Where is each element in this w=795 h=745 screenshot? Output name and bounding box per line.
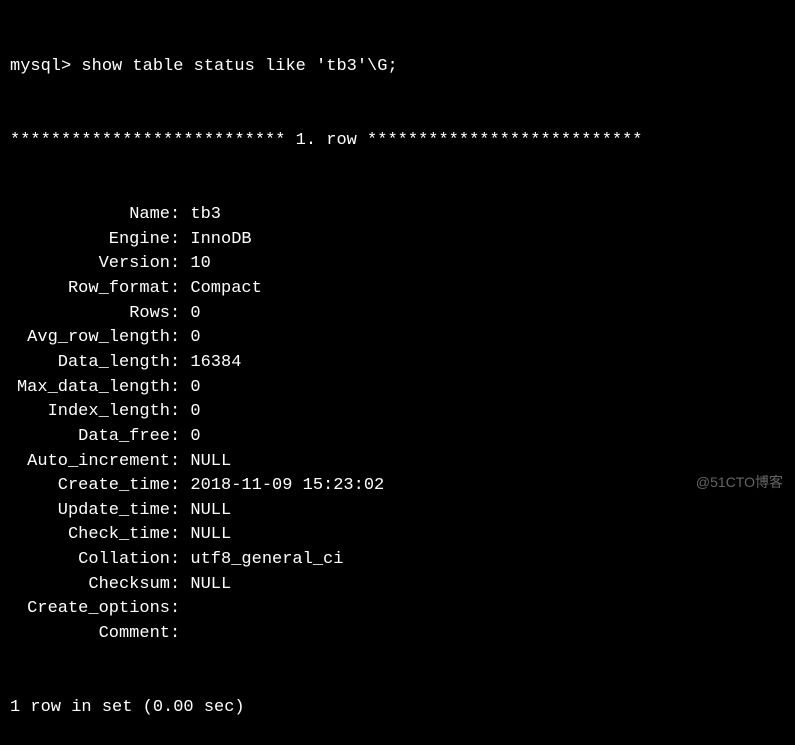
- field-row: Create_options:: [10, 597, 785, 622]
- field-row: Index_length: 0: [10, 400, 785, 425]
- field-value: 10: [190, 254, 210, 273]
- field-label: Create_time: [10, 474, 170, 499]
- field-value: NULL: [190, 575, 231, 594]
- table-status-fields: Name: tb3Engine: InnoDBVersion: 10Row_fo…: [10, 203, 785, 647]
- field-label: Index_length: [10, 400, 170, 425]
- field-label: Max_data_length: [10, 376, 170, 401]
- field-label: Data_length: [10, 351, 170, 376]
- field-value: 2018-11-09 15:23:02: [190, 476, 384, 495]
- field-row: Collation: utf8_general_ci: [10, 548, 785, 573]
- field-row: Max_data_length: 0: [10, 376, 785, 401]
- field-row: Avg_row_length: 0: [10, 326, 785, 351]
- field-row: Row_format: Compact: [10, 277, 785, 302]
- field-row: Engine: InnoDB: [10, 228, 785, 253]
- field-row: Auto_increment: NULL: [10, 450, 785, 475]
- field-value: 0: [190, 378, 200, 397]
- field-value: 0: [190, 427, 200, 446]
- field-label: Rows: [10, 302, 170, 327]
- field-row: Name: tb3: [10, 203, 785, 228]
- field-value: NULL: [190, 525, 231, 544]
- field-label: Version: [10, 252, 170, 277]
- field-label: Row_format: [10, 277, 170, 302]
- command-line[interactable]: mysql> show table status like 'tb3'\G;: [10, 55, 785, 80]
- field-label: Create_options: [10, 597, 170, 622]
- field-label: Avg_row_length: [10, 326, 170, 351]
- field-row: Data_free: 0: [10, 425, 785, 450]
- field-value: NULL: [190, 501, 231, 520]
- field-row: Create_time: 2018-11-09 15:23:02: [10, 474, 785, 499]
- field-value: tb3: [190, 205, 221, 224]
- field-label: Data_free: [10, 425, 170, 450]
- result-summary: 1 row in set (0.00 sec): [10, 696, 785, 721]
- field-row: Update_time: NULL: [10, 499, 785, 524]
- field-value: NULL: [190, 452, 231, 471]
- terminal-output: mysql> show table status like 'tb3'\G; *…: [10, 6, 785, 745]
- field-value: utf8_general_ci: [190, 550, 343, 569]
- field-label: Engine: [10, 228, 170, 253]
- field-label: Comment: [10, 622, 170, 647]
- field-label: Name: [10, 203, 170, 228]
- field-value: 0: [190, 402, 200, 421]
- field-row: Version: 10: [10, 252, 785, 277]
- field-label: Check_time: [10, 523, 170, 548]
- field-row: Check_time: NULL: [10, 523, 785, 548]
- field-value: 16384: [190, 353, 241, 372]
- field-value: InnoDB: [190, 230, 251, 249]
- field-value: Compact: [190, 279, 261, 298]
- watermark-text: @51CTO博客: [696, 472, 783, 492]
- field-value: 0: [190, 304, 200, 323]
- field-value: 0: [190, 328, 200, 347]
- field-row: Checksum: NULL: [10, 573, 785, 598]
- row-separator: *************************** 1. row *****…: [10, 129, 785, 154]
- field-row: Rows: 0: [10, 302, 785, 327]
- field-row: Data_length: 16384: [10, 351, 785, 376]
- field-row: Comment:: [10, 622, 785, 647]
- field-label: Auto_increment: [10, 450, 170, 475]
- field-label: Update_time: [10, 499, 170, 524]
- field-label: Collation: [10, 548, 170, 573]
- field-label: Checksum: [10, 573, 170, 598]
